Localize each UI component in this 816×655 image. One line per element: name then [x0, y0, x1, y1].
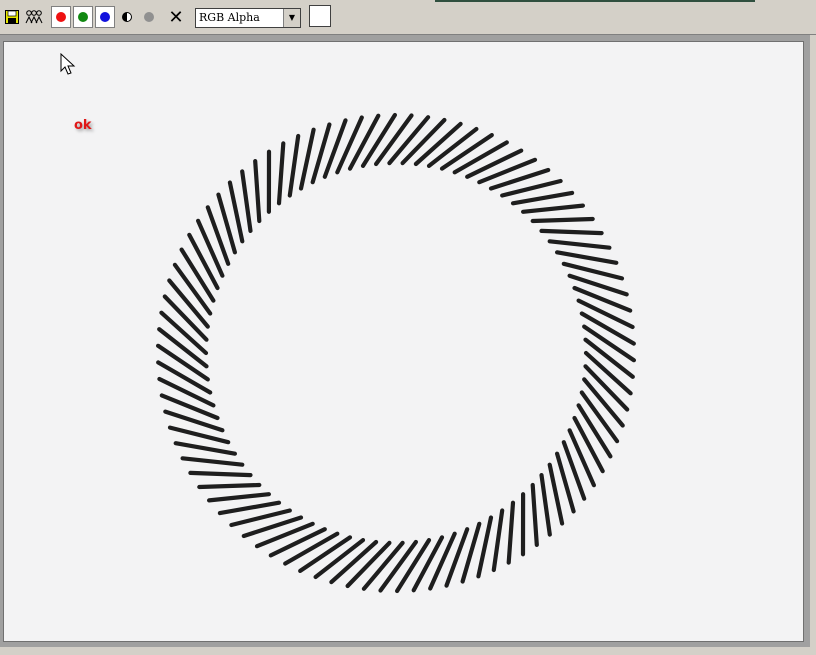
- ring-stroke: [268, 527, 327, 558]
- ring-stroke: [567, 428, 597, 488]
- ring-stroke: [227, 180, 245, 244]
- ring-stroke: [491, 508, 505, 573]
- ring-stroke: [547, 462, 565, 526]
- drawing-canvas[interactable]: ok: [3, 41, 804, 642]
- ring-stroke: [510, 190, 575, 206]
- green-channel-button[interactable]: [73, 6, 93, 28]
- users-button[interactable]: [24, 6, 44, 28]
- gray-dot-icon: [144, 12, 154, 22]
- ring-stroke: [576, 298, 635, 330]
- gray-button[interactable]: [139, 6, 159, 28]
- close-button[interactable]: ✕: [166, 6, 186, 28]
- ring-stroke: [428, 531, 457, 591]
- ring-stroke: [188, 470, 253, 478]
- right-edge: [810, 35, 816, 647]
- blue-dot-icon: [100, 12, 110, 22]
- chevron-down-icon[interactable]: ▼: [283, 9, 300, 27]
- green-dot-icon: [78, 12, 88, 22]
- top-divider: [435, 0, 755, 2]
- ring-stroke: [173, 441, 237, 456]
- color-swatch[interactable]: [309, 5, 331, 27]
- ring-stroke: [283, 531, 340, 566]
- blue-channel-button[interactable]: [95, 6, 115, 28]
- ring-stroke: [452, 140, 509, 175]
- ring-stroke: [217, 500, 282, 516]
- ring-stroke: [539, 228, 604, 236]
- ring-stroke: [547, 239, 612, 250]
- red-dot-icon: [56, 12, 66, 22]
- save-button[interactable]: [2, 6, 22, 28]
- ring-stroke: [539, 473, 552, 537]
- ring-stroke: [157, 376, 216, 408]
- stroke-ring: [156, 112, 637, 594]
- mode-select[interactable]: RGB Alpha ▼: [195, 8, 301, 28]
- mode-select-value: RGB Alpha: [199, 11, 260, 24]
- ring-stroke: [180, 456, 245, 467]
- ring-stroke: [506, 500, 516, 565]
- ring-stroke: [530, 216, 595, 224]
- floppy-disk-icon: [5, 10, 19, 24]
- ring-stroke: [520, 203, 586, 214]
- ring-stroke: [207, 492, 271, 503]
- ring-stroke: [465, 148, 524, 179]
- bottom-bar: [0, 647, 816, 655]
- ring-stroke: [530, 482, 539, 547]
- ring-stroke: [196, 218, 225, 278]
- ring-stroke: [572, 415, 605, 474]
- toolbar: ✕ RGB Alpha ▼: [0, 0, 816, 35]
- contrast-button[interactable]: [117, 6, 137, 28]
- half-circle-icon: [122, 12, 132, 22]
- ring-stroke: [335, 115, 364, 175]
- ring-stroke: [276, 141, 286, 206]
- people-icon: [25, 10, 43, 24]
- ring-stroke: [554, 250, 619, 265]
- ring-stroke: [253, 158, 262, 224]
- red-channel-button[interactable]: [51, 6, 71, 28]
- ring-stroke: [287, 133, 301, 198]
- ring-stroke: [197, 482, 262, 490]
- ring-stroke: [240, 169, 253, 233]
- ring-stroke: [187, 232, 220, 291]
- close-icon: ✕: [168, 6, 184, 28]
